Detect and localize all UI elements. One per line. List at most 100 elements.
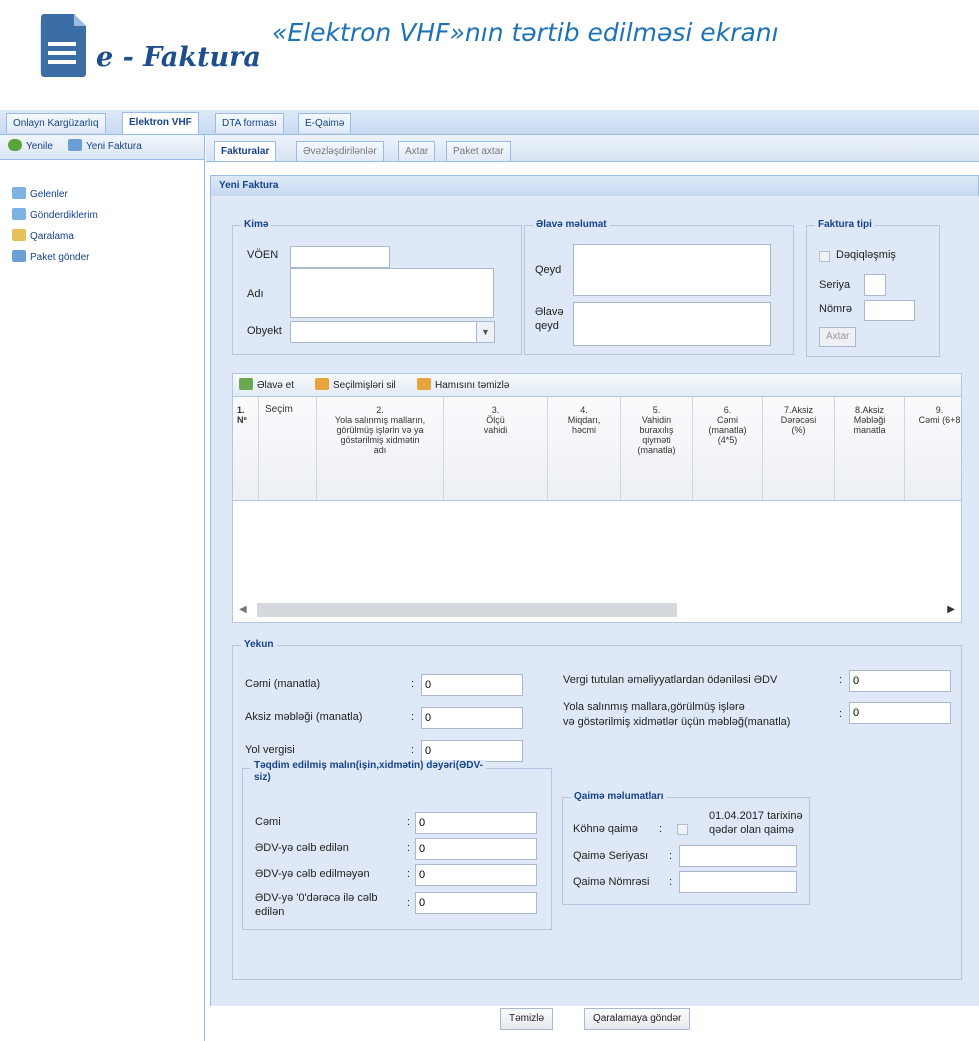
cemi-input[interactable] — [421, 674, 523, 696]
refresh-button[interactable]: Yenile — [8, 139, 53, 155]
colon: : — [407, 842, 411, 854]
column-header-unit[interactable]: 3. Ölçü vahidi — [444, 397, 548, 500]
add-row-button[interactable]: Əlavə et — [239, 378, 294, 394]
column-header-name[interactable]: 2. Yola salınmış malların, görülmüş işlə… — [317, 397, 444, 500]
obyekt-select[interactable]: ▼ — [290, 321, 495, 343]
edv-sifir-label-line2: edilən — [255, 906, 285, 918]
aksiz-input[interactable] — [421, 707, 523, 729]
elave-melumat-legend: Əlavə məlumat — [533, 219, 610, 230]
delete-selected-button[interactable]: Seçilmişləri sil — [315, 378, 396, 394]
delete-icon — [315, 378, 329, 390]
chevron-down-icon[interactable]: ▼ — [476, 322, 494, 342]
sent-icon — [12, 208, 26, 220]
new-invoice-label: Yeni Faktura — [86, 141, 142, 152]
teqdim-legend-line1: Təqdim edilmiş malın(işin,xidmətin) dəyə… — [254, 760, 483, 771]
clear-button[interactable]: Təmizlə — [500, 1008, 554, 1030]
tab-dta-formasi[interactable]: DTA forması — [215, 113, 284, 133]
clear-icon — [417, 378, 431, 390]
tree-item-label: Gelenler — [30, 189, 68, 200]
app-header: e - Faktura «Elektron VHF»nın tərtib edi… — [0, 0, 979, 108]
qaime-nomresi-input[interactable] — [679, 871, 797, 893]
edv-celb-edilen-input[interactable] — [415, 838, 537, 860]
scroll-left-icon[interactable]: ◀ — [239, 604, 247, 615]
tab-evezlesdirilenler[interactable]: Əvəzləşdirilənlər — [296, 141, 384, 161]
qaime-seriyasi-input[interactable] — [679, 845, 797, 867]
tab-fakturalar[interactable]: Fakturalar — [214, 141, 277, 161]
delete-selected-label: Seçilmişləri sil — [333, 380, 396, 391]
grid-header: 1. Nº Seçim 2. Yola salınmış malların, g… — [232, 397, 962, 501]
colon: : — [659, 823, 663, 835]
search-button[interactable]: Axtar — [819, 327, 857, 347]
faktura-tipi-legend: Faktura tipi — [815, 219, 875, 230]
seriya-input[interactable] — [864, 274, 886, 296]
tab-paket-axtar[interactable]: Paket axtar — [446, 141, 511, 161]
tree-item-gonderdiklerim[interactable]: Gönderdiklerim — [12, 208, 98, 221]
column-header-quantity[interactable]: 4. Miqdarı, həcmi — [548, 397, 621, 500]
grid-body[interactable] — [232, 501, 962, 599]
tree-item-label: Paket gönder — [30, 252, 90, 263]
nomre-input[interactable] — [864, 300, 915, 321]
horizontal-scrollbar[interactable]: ◀ ▶ — [232, 599, 962, 623]
tree-item-qaralama[interactable]: Qaralama — [12, 229, 74, 242]
page-title: «Elektron VHF»nın tərtib edilməsi ekranı — [272, 18, 779, 47]
left-panel: Yenile Yeni Faktura Gelenler Gönderdikle… — [0, 135, 205, 1041]
edv-label: Vergi tutulan əməliyyatlardan ödəniləsi … — [563, 674, 778, 686]
edv-celb-edilmeyen-input[interactable] — [415, 864, 537, 886]
qaime-seriyasi-label: Qaimə Seriyası — [573, 850, 649, 862]
yola-label-line1: Yola salınmış mallara,görülmüş işlərə — [563, 701, 745, 713]
kime-fieldset: Kimə VÖEN Adı Obyekt ▼ — [232, 219, 522, 355]
deqiqlesmis-checkbox[interactable] — [819, 251, 830, 262]
column-header-secim[interactable]: Seçim — [259, 397, 317, 500]
tree-item-label: Qaralama — [30, 231, 74, 242]
tab-onlayn-karguzarliq[interactable]: Onlayn Kargüzarlıq — [6, 113, 106, 133]
kohne-note-line1: 01.04.2017 tarixinə — [709, 810, 803, 822]
column-header-unit-price[interactable]: 5. Vahidin buraxılış qiyməti (manatla) — [621, 397, 693, 500]
teqdim-legend: Təqdim edilmiş malın(işin,xidmətin) dəyə… — [251, 760, 486, 784]
tab-e-qaime[interactable]: E-Qaimə — [298, 113, 352, 133]
cemi-label: Cəmi (manatla) — [245, 678, 321, 690]
yola-label-line2: və göstərilmiş xidmətlər üçün məbləğ(man… — [563, 716, 791, 728]
edv-input[interactable] — [849, 670, 951, 692]
column-header-excise-amount[interactable]: 8.Aksiz Məbləği manatla — [835, 397, 905, 500]
clear-all-button[interactable]: Hamısını təmizlə — [417, 378, 509, 394]
inbox-icon — [12, 187, 26, 199]
elave-qeyd-textarea[interactable] — [573, 302, 771, 346]
send-to-draft-button[interactable]: Qaralamaya göndər — [584, 1008, 691, 1030]
grid-toolbar: Əlavə et Seçilmişləri sil Hamısını təmiz… — [232, 373, 962, 397]
colon: : — [407, 897, 411, 909]
kohne-qaime-checkbox[interactable] — [677, 824, 688, 835]
kime-legend: Kimə — [241, 219, 272, 230]
new-invoice-button[interactable]: Yeni Faktura — [68, 139, 142, 155]
tree-item-gelenler[interactable]: Gelenler — [12, 187, 68, 200]
teqdim-cemi-input[interactable] — [415, 812, 537, 834]
qaime-fieldset: Qaimə məlumatları Köhnə qaimə : 01.04.20… — [562, 791, 810, 905]
scrollbar-thumb[interactable] — [257, 603, 677, 617]
panel-title: Yeni Faktura — [210, 175, 979, 197]
column-header-total[interactable]: 6. Cəmi (manatla) (4*5) — [693, 397, 763, 500]
elave-qeyd-label-line2: qeyd — [535, 320, 559, 332]
qeyd-label: Qeyd — [535, 264, 562, 276]
yol-vergisi-input[interactable] — [421, 740, 523, 762]
obyekt-label: Obyekt — [247, 325, 282, 337]
colon: : — [669, 876, 673, 888]
deqiqlesmis-label: Dəqiqləşmiş — [836, 249, 896, 261]
edv-sifir-label-line1: ƏDV-yə '0'dərəcə ilə cəlb — [255, 892, 378, 904]
tab-elektron-vhf[interactable]: Elektron VHF — [122, 112, 199, 134]
colon: : — [407, 816, 411, 828]
voen-input[interactable] — [290, 246, 390, 268]
teqdim-fieldset: Təqdim edilmiş malın(işin,xidmətin) dəyə… — [242, 760, 552, 930]
edv-sifir-input[interactable] — [415, 892, 537, 914]
scroll-right-icon[interactable]: ▶ — [947, 604, 955, 615]
qeyd-textarea[interactable] — [573, 244, 771, 296]
yola-input[interactable] — [849, 702, 951, 724]
clear-all-label: Hamısını təmizlə — [435, 380, 510, 391]
column-header-excise-rate[interactable]: 7.Aksiz Dərəcəsi (%) — [763, 397, 835, 500]
tab-axtar[interactable]: Axtar — [398, 141, 436, 161]
yekun-legend: Yekun — [241, 639, 277, 650]
adi-textarea[interactable] — [290, 268, 494, 318]
tree-item-paket-gonder[interactable]: Paket gönder — [12, 250, 90, 263]
sub-tab-bar: Fakturalar Əvəzləşdirilənlər Axtar Paket… — [206, 135, 979, 162]
aksiz-label: Aksiz məbləği (manatla) — [245, 711, 363, 723]
column-header-total-6-8[interactable]: 9. Cəmi (6+8 — [905, 397, 961, 500]
column-header-no[interactable]: 1. Nº — [233, 397, 259, 500]
